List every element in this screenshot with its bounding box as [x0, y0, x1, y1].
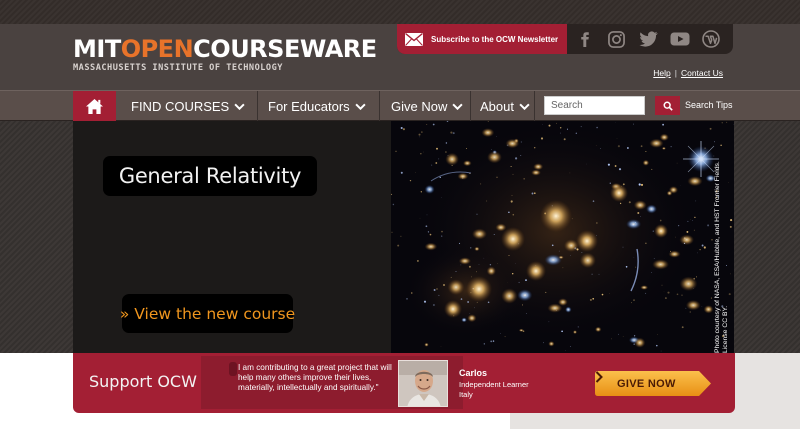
nav-find-courses[interactable]: FIND COURSES [131, 91, 245, 121]
newsletter-label: Subscribe to the OCW Newsletter [431, 34, 559, 44]
chevron-down-icon [234, 103, 245, 110]
photo-credit-line: Photo courtesy of NASA, ESA/Hubble, and … [714, 161, 721, 353]
view-course-label: » View the new course [119, 304, 296, 323]
testimonial-quote: I am contributing to a great project tha… [238, 363, 392, 392]
nav-divider [379, 91, 380, 121]
instagram-icon[interactable] [606, 30, 626, 48]
logo-open: OPEN [120, 35, 194, 63]
nav-for-educators[interactable]: For Educators [268, 91, 366, 121]
logo-wordmark: MITOPENCOURSEWARE [73, 37, 377, 61]
newsletter-subscribe-button[interactable]: Subscribe to the OCW Newsletter [397, 24, 567, 54]
support-ocw-title: Support OCW [89, 372, 197, 391]
galaxy-cluster-picture [391, 121, 734, 353]
social-bar: Subscribe to the OCW Newsletter [397, 24, 733, 54]
support-ocw-banner: Support OCW I am contributing to a great… [73, 353, 735, 413]
learner-portrait [399, 361, 447, 406]
help-link[interactable]: Help [653, 68, 670, 78]
logo-courseware: COURSEWARE [193, 35, 377, 63]
quote-icon [229, 362, 237, 376]
chevron-down-icon [519, 103, 530, 110]
view-course-button[interactable]: » View the new course [119, 294, 296, 333]
main-nav: FIND COURSES For Educators Give Now Abou… [0, 90, 800, 121]
link-separator: | [674, 68, 677, 78]
hero-text-panel: General Relativity » View the new course [73, 121, 391, 353]
search-button[interactable] [655, 96, 680, 115]
wordpress-icon[interactable] [701, 30, 721, 48]
learner-role: Independent Learner [459, 380, 529, 389]
contact-us-link[interactable]: Contact Us [681, 68, 723, 78]
nav-about-label: About [480, 98, 514, 114]
twitter-icon[interactable] [638, 30, 658, 48]
chevron-right-icon [595, 371, 603, 383]
search-icon [663, 101, 673, 111]
hero-title-box: General Relativity [103, 156, 317, 196]
mit-ocw-logo[interactable]: MITOPENCOURSEWARE MASSACHUSETTS INSTITUT… [73, 37, 377, 73]
photo-credit: Photo courtesy of NASA, ESA/Hubble, and … [714, 153, 730, 353]
nav-find-courses-label: FIND COURSES [131, 98, 230, 114]
chevron-down-icon [452, 103, 463, 110]
youtube-icon[interactable] [670, 30, 690, 48]
chevron-down-icon [355, 103, 366, 110]
envelope-icon [405, 32, 423, 46]
home-icon [86, 98, 103, 114]
nav-divider [534, 91, 535, 121]
give-now-button[interactable]: GIVE NOW [595, 371, 711, 396]
logo-mit: MIT [73, 35, 121, 63]
nav-divider [470, 91, 471, 121]
hero-banner: General Relativity » View the new course [0, 121, 800, 353]
nav-give-now[interactable]: Give Now [391, 91, 463, 121]
nav-about[interactable]: About [480, 91, 530, 121]
galaxy-cluster-image[interactable]: 1 2 3 4 5 6 [391, 121, 734, 353]
learner-name: Carlos [459, 368, 488, 378]
home-button[interactable] [73, 91, 116, 121]
nav-divider [257, 91, 258, 121]
give-now-label: GIVE NOW [617, 378, 676, 390]
nav-for-educators-label: For Educators [268, 98, 350, 114]
avatar [398, 360, 448, 407]
hero-course-title: General Relativity [118, 164, 302, 188]
nav-give-now-label: Give Now [391, 98, 448, 114]
search-input[interactable] [544, 96, 645, 115]
photo-license-line: License CC BY. [722, 305, 729, 353]
learner-location: Italy [459, 390, 473, 399]
facebook-icon[interactable] [575, 30, 595, 48]
logo-subtitle: MASSACHUSETTS INSTITUTE OF TECHNOLOGY [73, 63, 283, 73]
search-tips-link[interactable]: Search Tips [685, 100, 733, 110]
utility-links: Help | Contact Us [653, 68, 723, 78]
